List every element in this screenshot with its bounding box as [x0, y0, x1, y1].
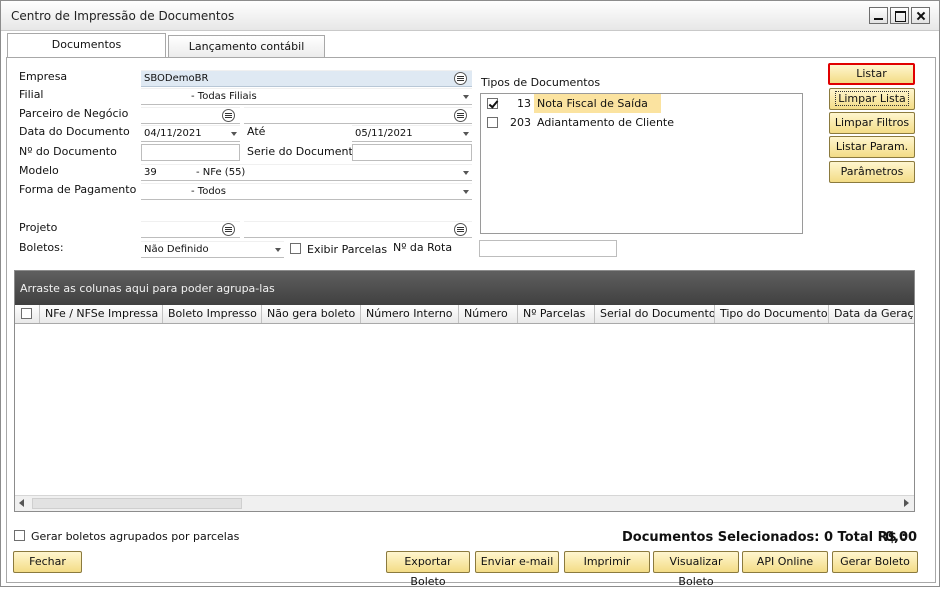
column-nao-gera-boleto[interactable]: Não gera boleto	[262, 305, 361, 323]
empresa-list-icon[interactable]	[454, 72, 467, 85]
gerar-agrupados-label: Gerar boletos agrupados por parcelas	[31, 530, 240, 543]
column-data-geracao[interactable]: Data da Geração	[829, 305, 914, 323]
exibir-parcelas-checkbox[interactable]	[290, 243, 301, 254]
chevron-down-icon	[275, 248, 281, 252]
limpar-lista-button[interactable]: Limpar Lista	[829, 88, 915, 110]
minimize-icon	[870, 8, 887, 23]
modelo-label: Modelo	[19, 164, 59, 177]
num-rota-label: Nº da Rota	[393, 241, 453, 254]
total-label: Documentos Selecionados: 0 Total R$ :	[622, 530, 907, 545]
list-item[interactable]: 203 Adiantamento de Cliente	[481, 113, 674, 132]
ate-label: Até	[247, 125, 266, 138]
data-doc-from-input[interactable]: 04/11/2021	[141, 125, 240, 142]
parametros-button[interactable]: Parâmetros	[829, 161, 915, 183]
serie-input[interactable]	[352, 144, 472, 161]
column-nfe-impressa[interactable]: NFe / NFSe Impressa	[40, 305, 163, 323]
chevron-down-icon	[463, 132, 469, 136]
visualizar-boleto-button[interactable]: Visualizar Boleto	[653, 551, 739, 588]
chevron-down-icon	[463, 171, 469, 175]
exibir-parcelas-label: Exibir Parcelas	[307, 243, 388, 256]
tipos-documentos-list: 13 Nota Fiscal de Saída 203 Adiantamento…	[480, 93, 803, 234]
parceiro-list-icon[interactable]	[222, 109, 235, 122]
api-online-button[interactable]: API Online	[742, 551, 828, 573]
serie-label: Serie do Documento	[247, 145, 360, 158]
parceiro-label: Parceiro de Negócio	[19, 107, 129, 120]
filial-label: Filial	[19, 88, 44, 101]
modelo-select[interactable]: 39 - NFe (55)	[141, 164, 472, 181]
column-serial-documento[interactable]: Serial do Documento	[595, 305, 715, 323]
projeto-label: Projeto	[19, 221, 58, 234]
select-all-column[interactable]	[15, 305, 40, 323]
filial-select[interactable]: - Todas Filiais	[141, 88, 472, 105]
num-doc-input[interactable]	[141, 144, 240, 161]
horizontal-scrollbar[interactable]	[15, 495, 914, 511]
column-header-row: NFe / NFSe Impressa Boleto Impresso Não …	[15, 305, 914, 324]
projeto-name-input[interactable]	[244, 221, 472, 238]
data-doc-to-input[interactable]: 05/11/2021	[352, 125, 472, 142]
forma-pag-label: Forma de Pagamento	[19, 183, 137, 196]
tab-documentos[interactable]: Documentos	[7, 33, 166, 58]
title-bar[interactable]: Centro de Impressão de Documentos	[1, 1, 939, 31]
window-title: Centro de Impressão de Documentos	[11, 9, 235, 23]
maximize-icon	[891, 8, 908, 23]
boletos-select[interactable]: Não Definido	[141, 241, 284, 258]
parceiro-name-input[interactable]	[244, 107, 472, 124]
column-num-parcelas[interactable]: Nº Parcelas	[518, 305, 595, 323]
tipo-doc-checkbox[interactable]	[487, 98, 498, 109]
total-value: 0,00	[885, 530, 918, 545]
select-all-checkbox[interactable]	[21, 308, 32, 319]
column-tipo-documento[interactable]: Tipo do Documento	[715, 305, 829, 323]
close-button[interactable]	[911, 7, 930, 24]
column-boleto-impresso[interactable]: Boleto Impresso	[163, 305, 262, 323]
projeto-list-icon[interactable]	[222, 223, 235, 236]
listar-button[interactable]: Listar	[828, 63, 915, 85]
data-doc-label: Data do Documento	[19, 125, 130, 138]
scroll-right-icon[interactable]	[904, 499, 909, 507]
group-by-area[interactable]: Arraste as colunas aqui para poder agrup…	[15, 271, 914, 306]
fechar-button[interactable]: Fechar	[13, 551, 82, 573]
chevron-down-icon	[463, 190, 469, 194]
tab-lancamento-contabil[interactable]: Lançamento contábil manual	[168, 35, 325, 75]
scroll-left-icon[interactable]	[19, 499, 24, 507]
column-numero-interno[interactable]: Número Interno	[361, 305, 459, 323]
column-numero[interactable]: Número	[459, 305, 518, 323]
list-item[interactable]: 13 Nota Fiscal de Saída	[481, 94, 661, 113]
limpar-filtros-button[interactable]: Limpar Filtros	[829, 112, 915, 134]
empresa-label: Empresa	[19, 70, 68, 83]
num-rota-input[interactable]	[479, 240, 617, 257]
empresa-field[interactable]: SBODemoBR	[141, 70, 472, 87]
projeto-name-list-icon[interactable]	[454, 223, 467, 236]
maximize-button[interactable]	[890, 7, 909, 24]
listar-param-button[interactable]: Listar Param.	[829, 136, 915, 158]
tipos-documentos-label: Tipos de Documentos	[481, 76, 601, 89]
chevron-down-icon	[231, 132, 237, 136]
parceiro-name-list-icon[interactable]	[454, 109, 467, 122]
minimize-button[interactable]	[869, 7, 888, 24]
documents-grid: Arraste as colunas aqui para poder agrup…	[14, 270, 915, 512]
main-window: Centro de Impressão de Documentos Docume…	[0, 0, 940, 588]
chevron-down-icon	[463, 95, 469, 99]
scroll-thumb[interactable]	[32, 498, 242, 509]
gerar-boleto-button[interactable]: Gerar Boleto	[832, 551, 918, 573]
num-doc-label: Nº do Documento	[19, 145, 117, 158]
close-icon	[912, 8, 929, 23]
tipo-doc-checkbox[interactable]	[487, 117, 498, 128]
gerar-agrupados-checkbox[interactable]	[14, 530, 25, 541]
boletos-label: Boletos:	[19, 241, 64, 254]
enviar-email-button[interactable]: Enviar e-mail	[475, 551, 559, 573]
exportar-boleto-button[interactable]: Exportar Boleto	[386, 551, 470, 588]
imprimir-button[interactable]: Imprimir	[564, 551, 650, 573]
forma-pag-select[interactable]: - Todos	[141, 183, 472, 200]
